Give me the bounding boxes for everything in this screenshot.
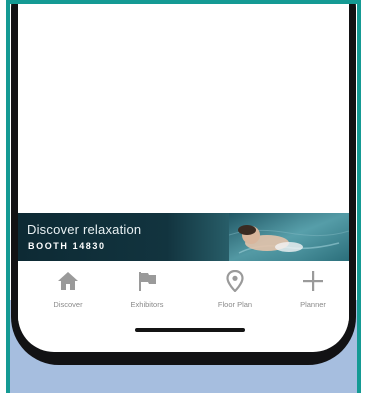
phone-screen: Discover relaxation BOOTH 14830 Discover… bbox=[18, 0, 349, 352]
tab-exhibitors[interactable]: Exhibitors bbox=[112, 269, 182, 313]
promo-banner[interactable]: Discover relaxation BOOTH 14830 bbox=[18, 213, 349, 261]
tab-discover[interactable]: Discover bbox=[33, 269, 103, 313]
tab-floor-plan-label: Floor Plan bbox=[217, 300, 253, 309]
tab-planner[interactable]: Planner bbox=[278, 269, 348, 313]
frame-right-border bbox=[357, 0, 361, 393]
banner-swimmer-image bbox=[229, 213, 349, 261]
banner-headline: Discover relaxation bbox=[27, 222, 142, 237]
frame-top-border bbox=[6, 0, 361, 4]
bottom-tab-bar: Discover Exhibitors Floor Plan Planner bbox=[18, 261, 349, 321]
image-frame: Discover relaxation BOOTH 14830 Discover… bbox=[0, 0, 368, 393]
frame-left-border bbox=[6, 0, 10, 393]
home-icon bbox=[55, 269, 81, 293]
tab-exhibitors-label: Exhibitors bbox=[130, 300, 164, 309]
tab-planner-label: Planner bbox=[300, 300, 326, 309]
flag-icon bbox=[134, 269, 160, 293]
banner-booth: BOOTH 14830 bbox=[28, 241, 106, 251]
map-pin-icon bbox=[222, 269, 248, 293]
plus-icon bbox=[300, 269, 326, 293]
tab-floor-plan[interactable]: Floor Plan bbox=[200, 269, 270, 313]
home-indicator[interactable] bbox=[135, 328, 245, 332]
tab-discover-label: Discover bbox=[53, 300, 83, 309]
